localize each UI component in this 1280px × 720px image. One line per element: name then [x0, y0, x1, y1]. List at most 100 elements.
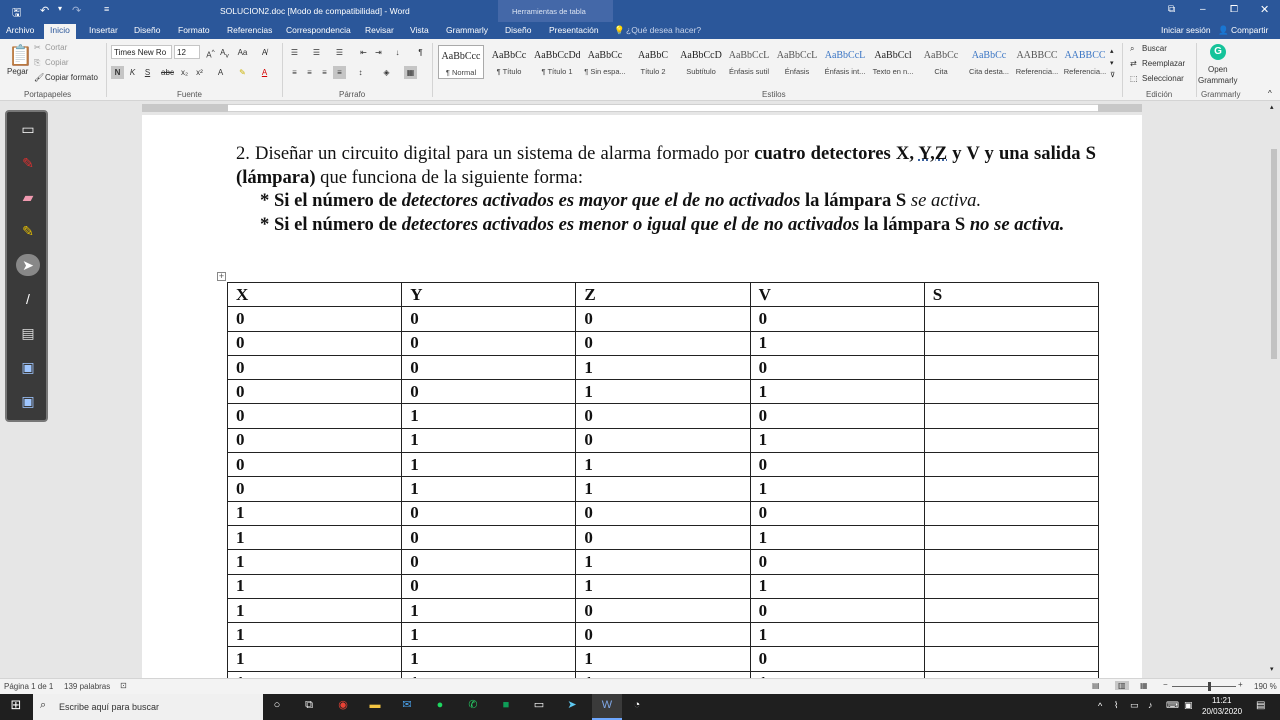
style-item[interactable]: AaBbCcD Subtítulo	[678, 45, 724, 79]
gallery-down-icon[interactable]: ▾	[1110, 59, 1114, 67]
read-mode-icon[interactable]: ▤	[1092, 681, 1100, 690]
word-count[interactable]: 139 palabras	[64, 682, 110, 691]
table-cell[interactable]: 1	[401, 646, 577, 672]
tab-insertar[interactable]: Insertar	[89, 25, 118, 35]
table-cell[interactable]: 0	[401, 330, 577, 356]
table-cell[interactable]	[923, 354, 1100, 381]
cortana-icon[interactable]: ○	[268, 697, 286, 713]
format-painter-icon[interactable]: 🖌	[34, 73, 44, 82]
paste-button[interactable]: Pegar	[7, 67, 28, 76]
grow-font-button[interactable]: A^	[204, 46, 217, 60]
vertical-scrollbar[interactable]: ▴ ▾	[1268, 101, 1280, 678]
numbering-icon[interactable]: ☰	[310, 46, 323, 59]
table-cell[interactable]: 1	[575, 379, 751, 405]
find-button[interactable]: Buscar	[1142, 44, 1167, 53]
style-item[interactable]: AaBbCcDd ¶ Título 1	[534, 45, 580, 79]
table-cell[interactable]	[923, 622, 1100, 648]
wifi-icon[interactable]: ⌇	[1114, 700, 1118, 711]
table-cell[interactable]: 1	[226, 597, 403, 624]
table-cell[interactable]: 1	[575, 573, 751, 599]
table-cell[interactable]: 0	[401, 573, 577, 599]
tab-table-design[interactable]: Diseño	[505, 25, 531, 35]
style-item[interactable]: AaBbCcL Énfasis int...	[822, 45, 868, 79]
proofing-icon[interactable]: ⊡	[120, 681, 127, 690]
align-left-icon[interactable]: ≡	[288, 66, 301, 79]
tab-table-layout[interactable]: Presentación	[549, 25, 599, 35]
shading-icon[interactable]: ◈	[380, 66, 393, 79]
font-name-select[interactable]: Times New Ro	[111, 45, 172, 59]
table-cell[interactable]: 0	[749, 354, 925, 381]
table-cell[interactable]: 0	[575, 500, 751, 526]
table-cell[interactable]: 0	[749, 549, 925, 575]
scroll-down-icon[interactable]: ▾	[1270, 665, 1274, 673]
table-cell[interactable]: 1	[401, 597, 577, 624]
share-button[interactable]: Compartir	[1231, 25, 1268, 35]
table-cell[interactable]: 0	[401, 500, 577, 526]
table-cell[interactable]: 0	[575, 306, 751, 332]
table-cell[interactable]: 0	[226, 427, 403, 454]
format-painter-button[interactable]: Copiar formato	[45, 73, 98, 82]
table-cell[interactable]	[923, 379, 1100, 405]
table-cell[interactable]: 0	[575, 330, 751, 356]
superscript-button[interactable]: x²	[193, 66, 206, 79]
collapse-ribbon-icon[interactable]: ^	[1268, 89, 1272, 98]
table-cell[interactable]: 0	[401, 306, 577, 332]
table-cell[interactable]: 0	[575, 622, 751, 648]
close-icon[interactable]: ✕	[1260, 3, 1269, 16]
table-header-cell[interactable]: Z	[575, 281, 751, 308]
grammarly-icon[interactable]: G	[1210, 44, 1226, 60]
style-item[interactable]: AaBbCcL Énfasis sutil	[726, 45, 772, 79]
table-header-cell[interactable]: X	[226, 281, 403, 308]
table-cell[interactable]: 0	[575, 524, 751, 551]
table-cell[interactable]: 0	[226, 403, 403, 429]
table-cell[interactable]: 1	[749, 476, 925, 502]
app-icon[interactable]: ▭	[530, 697, 548, 713]
zoom-in-icon[interactable]: +	[1238, 680, 1243, 689]
style-item[interactable]: AaBbCcl Texto en n...	[870, 45, 916, 79]
table-cell[interactable]: 1	[401, 427, 577, 454]
tab-formato[interactable]: Formato	[178, 25, 210, 35]
table-cell[interactable]: 1	[401, 622, 577, 648]
table-cell[interactable]: 0	[226, 354, 403, 381]
gallery-more-icon[interactable]: ⊽	[1110, 71, 1115, 79]
tab-inicio[interactable]: Inicio	[44, 24, 76, 39]
table-cell[interactable]	[923, 306, 1100, 332]
table-cell[interactable]: 0	[749, 597, 925, 624]
word-taskbar-button[interactable]: W	[592, 694, 622, 720]
font-color-icon[interactable]: A	[258, 66, 271, 79]
table-cell[interactable]: 0	[575, 403, 751, 429]
table-cell[interactable]	[923, 646, 1100, 672]
table-cell[interactable]	[923, 427, 1100, 454]
show-marks-icon[interactable]: ¶	[414, 46, 427, 59]
table-cell[interactable]: 1	[749, 524, 925, 551]
windows-start-icon[interactable]: ⊞	[7, 697, 25, 713]
gallery-up-icon[interactable]: ▴	[1110, 47, 1114, 55]
underline-button[interactable]: S	[141, 66, 154, 79]
table-cell[interactable]: 0	[226, 476, 403, 502]
clear-formatting-icon[interactable]: A̸	[258, 46, 271, 59]
telegram-icon[interactable]: ➤	[563, 697, 581, 713]
table-cell[interactable]: 1	[226, 549, 403, 575]
clock-time[interactable]: 11:21	[1212, 696, 1231, 705]
whatsapp-icon[interactable]: ✆	[464, 697, 482, 713]
clock-app-icon[interactable]: ◔	[628, 697, 646, 713]
zoom-slider[interactable]	[1172, 686, 1236, 687]
table-cell[interactable]: 1	[401, 476, 577, 502]
whiteboard-icon[interactable]: ▭	[16, 118, 40, 140]
truth-table[interactable]: XYZVS00000001001000110100010101100111100…	[226, 281, 1100, 697]
sort-icon[interactable]: ↓	[391, 46, 404, 59]
screen-capture-icon[interactable]: ▣	[16, 356, 40, 378]
table-cell[interactable]: 1	[226, 646, 403, 672]
table-cell[interactable]: 1	[575, 476, 751, 502]
restore-icon[interactable]: ⧠	[1230, 4, 1238, 15]
table-cell[interactable]: 1	[749, 379, 925, 405]
style-item[interactable]: AaBbC Título 2	[630, 45, 676, 79]
borders-icon[interactable]: ▦	[404, 66, 417, 79]
table-cell[interactable]: 1	[226, 524, 403, 551]
meet-icon[interactable]: ■	[497, 697, 515, 713]
pen-red-icon[interactable]: ✎	[16, 152, 40, 174]
highlighter-icon[interactable]: ✎	[16, 220, 40, 242]
paste-icon[interactable]: 📋	[8, 43, 33, 68]
keyboard-icon[interactable]: ▤	[16, 322, 40, 344]
undo-dropdown-icon[interactable]: ▾	[58, 4, 62, 13]
